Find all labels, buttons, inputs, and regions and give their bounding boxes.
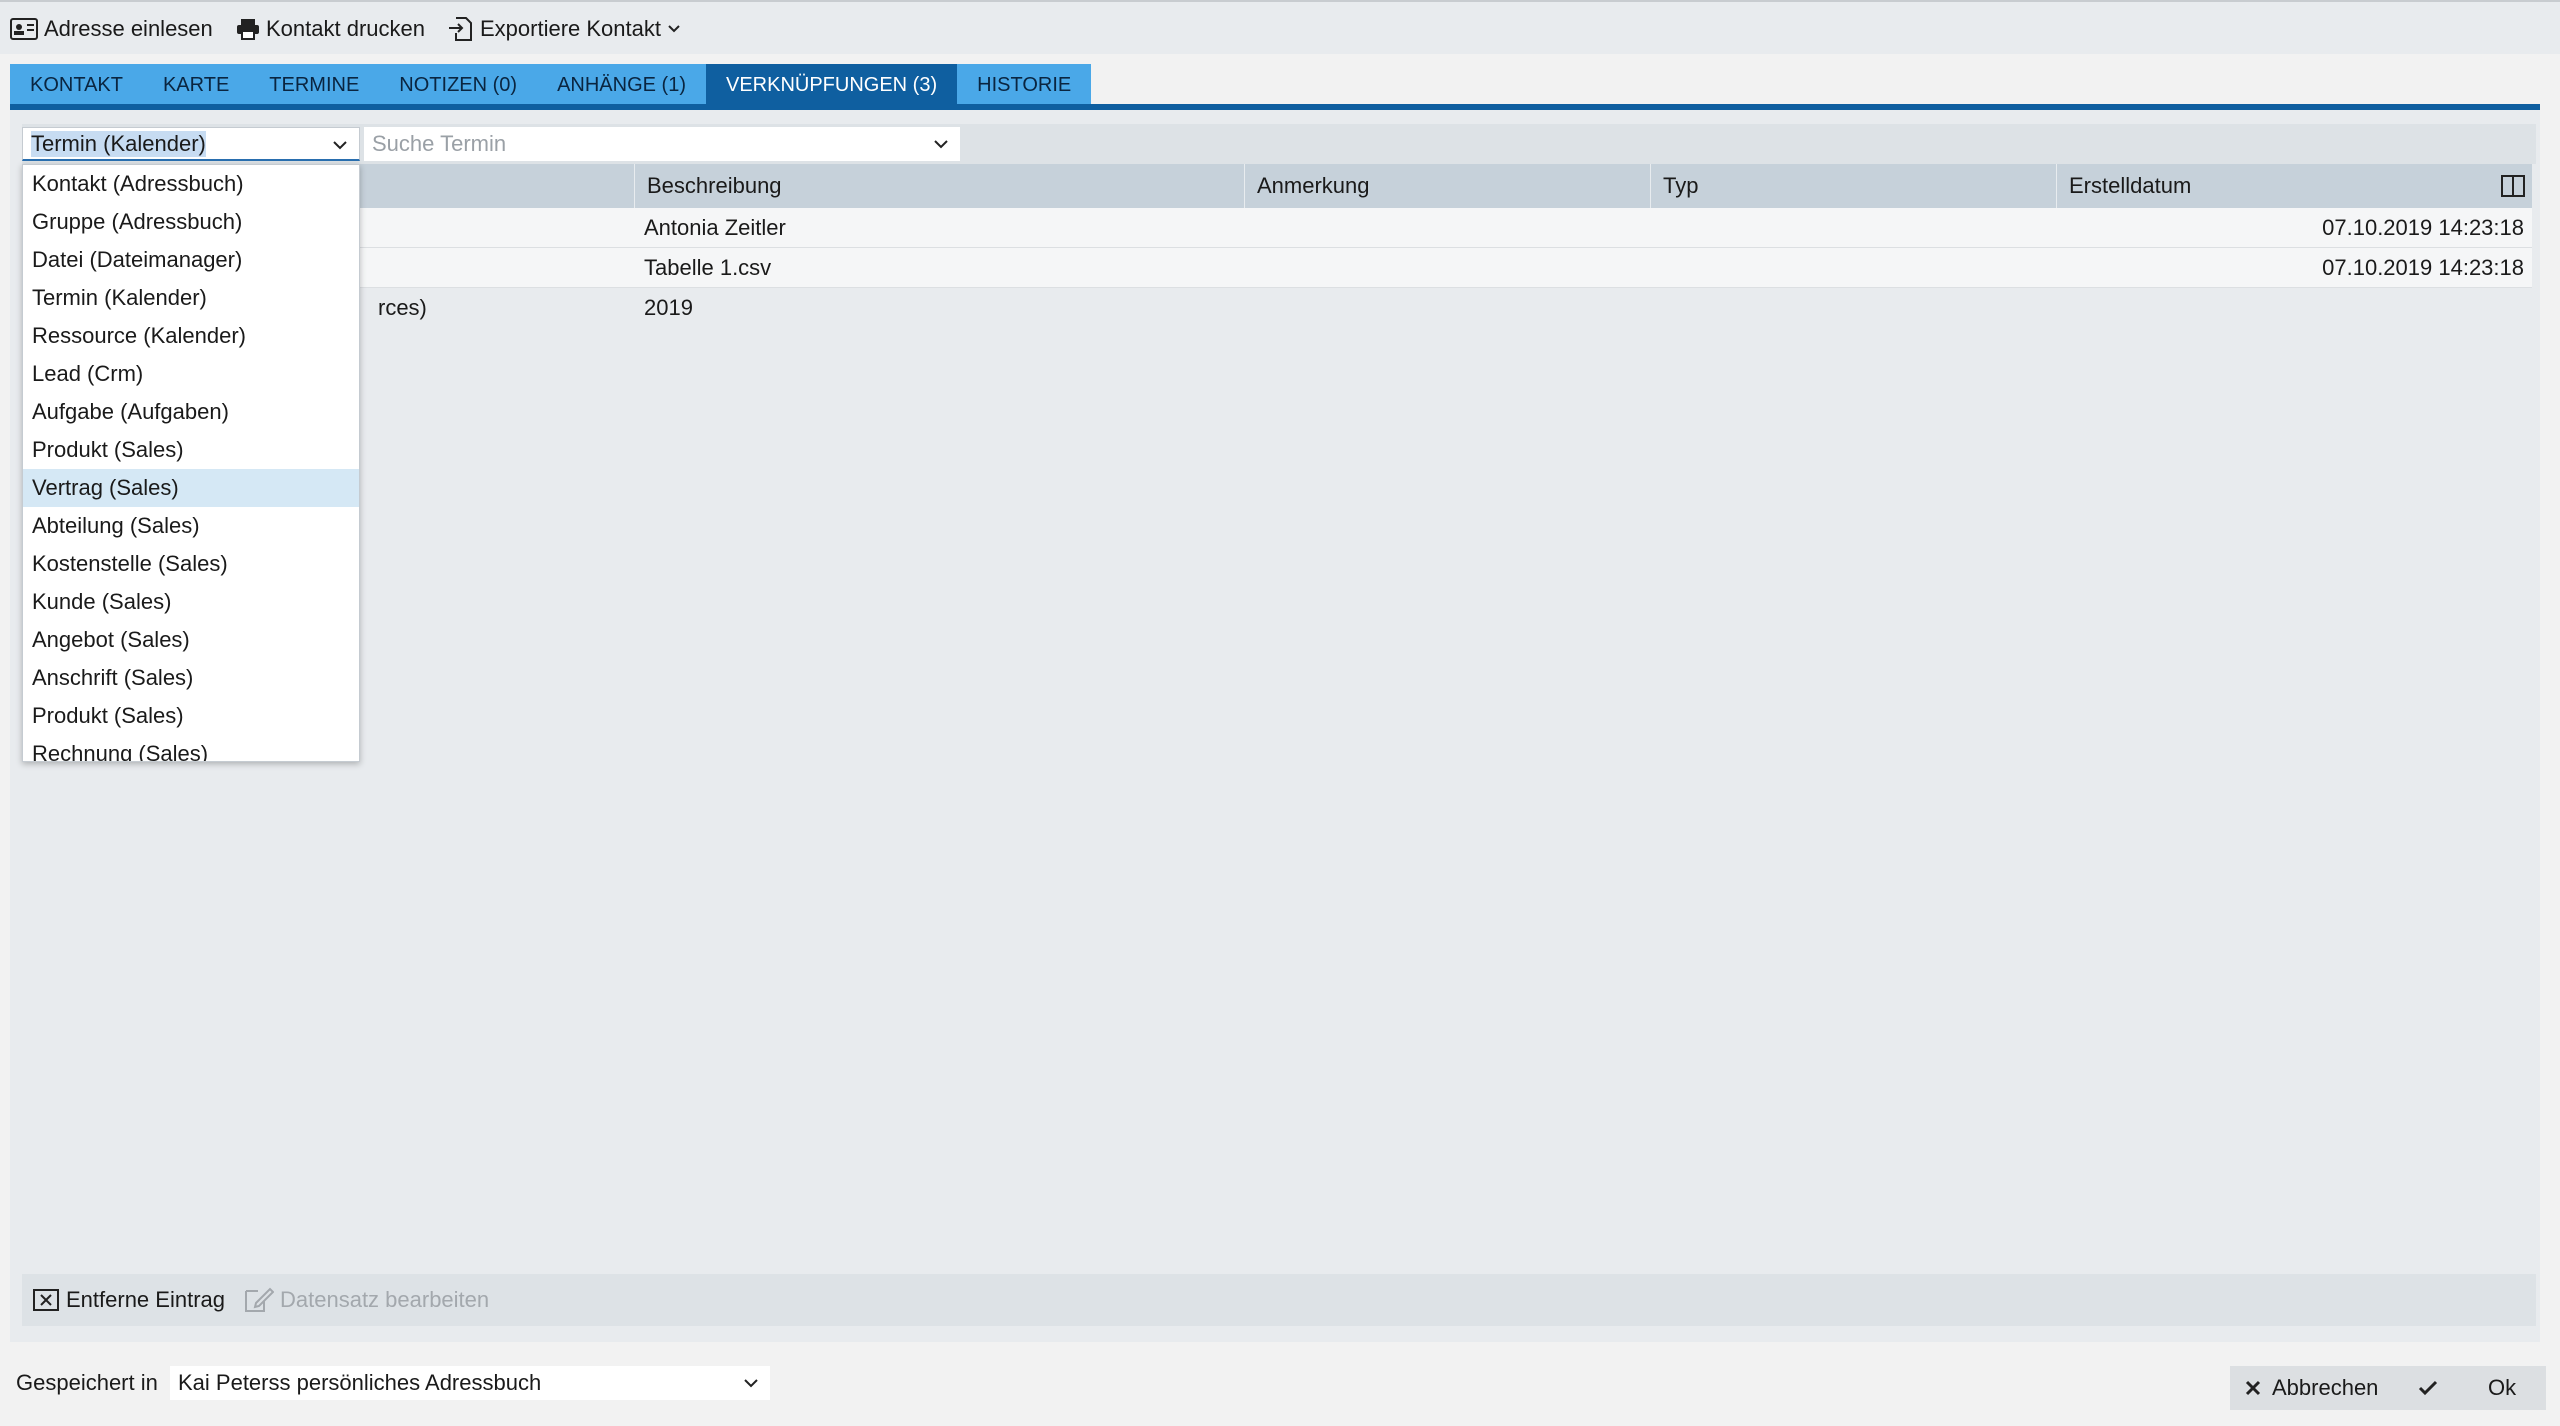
table-row[interactable]: Tabelle 1.csv 07.10.2019 14:23:18 <box>22 248 2532 288</box>
cell-description: Antonia Zeitler <box>644 215 786 240</box>
column-header-erstelldatum[interactable]: Erstelldatum <box>2056 164 2492 208</box>
dropdown-option[interactable]: Kunde (Sales) <box>23 583 359 621</box>
ok-label: Ok <box>2488 1375 2517 1400</box>
dropdown-option[interactable]: Kontakt (Adressbuch) <box>23 165 359 203</box>
column-header-label: Beschreibung <box>647 173 782 198</box>
dropdown-option-highlighted[interactable]: Vertrag (Sales) <box>23 469 359 507</box>
address-card-icon <box>10 18 38 40</box>
chevron-down-icon <box>744 1379 758 1388</box>
dropdown-option[interactable]: Produkt (Sales) <box>23 431 359 469</box>
remove-entry-label: Entferne Eintrag <box>66 1287 225 1312</box>
column-header-label: Erstelldatum <box>2069 173 2192 198</box>
chevron-down-icon <box>934 140 948 149</box>
tab-karte[interactable]: KARTE <box>142 64 250 106</box>
dropdown-option[interactable]: Ressource (Kalender) <box>23 317 359 355</box>
dropdown-option[interactable]: Lead (Crm) <box>23 355 359 393</box>
dropdown-option[interactable]: Termin (Kalender) <box>23 279 359 317</box>
tab-historie[interactable]: HISTORIE <box>957 64 1092 106</box>
column-chooser-button[interactable] <box>2500 174 2526 198</box>
remove-box-icon <box>33 1289 59 1311</box>
cell-created: 07.10.2019 14:23:18 <box>2322 255 2524 280</box>
print-contact-label: Kontakt drucken <box>266 16 425 41</box>
export-file-icon <box>449 17 472 41</box>
record-type-dropdown-list: Kontakt (Adressbuch) Gruppe (Adressbuch)… <box>22 164 360 762</box>
dropdown-option[interactable]: Produkt (Sales) <box>23 697 359 735</box>
dropdown-option[interactable]: Rechnung (Sales) <box>23 735 359 761</box>
edit-document-icon <box>245 1287 274 1312</box>
cell-description: 2019 <box>644 295 693 320</box>
columns-icon <box>2501 175 2525 197</box>
cancel-label: Abbrechen <box>2272 1375 2379 1400</box>
column-header-beschreibung[interactable]: Beschreibung <box>634 164 1244 208</box>
print-contact-button[interactable]: Kontakt drucken <box>236 14 425 44</box>
tab-termine[interactable]: TERMINE <box>249 64 380 106</box>
dropdown-option[interactable]: Gruppe (Adressbuch) <box>23 203 359 241</box>
export-contact-label: Exportiere Kontakt <box>480 16 661 41</box>
tab-bar: KONTAKT KARTE TERMINE NOTIZEN (0) ANHÄNG… <box>10 64 1092 106</box>
dropdown-option[interactable]: Aufgabe (Aufgaben) <box>23 393 359 431</box>
column-header-label: Typ <box>1663 173 1699 198</box>
dropdown-option[interactable]: Abteilung (Sales) <box>23 507 359 545</box>
column-header-anmerkung[interactable]: Anmerkung <box>1244 164 1650 208</box>
record-search-placeholder: Suche Termin <box>372 131 507 156</box>
dialog-footer: Gespeichert in Kai Peterss persönliches … <box>0 1342 2560 1426</box>
record-type-value: Termin (Kalender) <box>31 130 206 157</box>
tab-anhaenge[interactable]: ANHÄNGE (1) <box>537 64 706 106</box>
export-contact-button[interactable]: Exportiere Kontakt <box>448 14 681 44</box>
table-row[interactable]: Antonia Zeitler 07.10.2019 14:23:18 <box>22 208 2532 248</box>
edit-record-button[interactable]: Datensatz bearbeiten <box>244 1284 489 1316</box>
container-select-value: Kai Peterss persönliches Adressbuch <box>178 1370 542 1395</box>
chevron-down-icon <box>333 141 347 150</box>
grid-header: Beschreibung Anmerkung Typ Erstelldatum <box>22 164 2532 208</box>
cell-type: rces) <box>378 295 427 320</box>
tab-kontakt[interactable]: KONTAKT <box>10 64 143 106</box>
record-type-select[interactable]: Termin (Kalender) <box>22 127 360 161</box>
column-header-label: Anmerkung <box>1257 173 1370 198</box>
edit-record-label: Datensatz bearbeiten <box>280 1287 490 1312</box>
table-row[interactable]: rces) 2019 <box>22 288 2532 328</box>
close-icon <box>2245 1380 2261 1396</box>
checkmark-icon <box>2418 1380 2438 1396</box>
import-address-label: Adresse einlesen <box>44 16 213 41</box>
column-header-typ[interactable]: Typ <box>1650 164 2056 208</box>
cell-description: Tabelle 1.csv <box>644 255 772 280</box>
printer-icon <box>237 19 259 40</box>
dropdown-option[interactable]: Kostenstelle (Sales) <box>23 545 359 583</box>
dropdown-option[interactable]: Anschrift (Sales) <box>23 659 359 697</box>
saved-in-label: Gespeichert in <box>16 1370 158 1395</box>
grid-action-bar: Entferne Eintrag Datensatz bearbeiten <box>22 1274 2536 1326</box>
remove-entry-button[interactable]: Entferne Eintrag <box>32 1284 225 1316</box>
ok-button[interactable]: Ok <box>2404 1366 2546 1410</box>
dropdown-option[interactable]: Datei (Dateimanager) <box>23 241 359 279</box>
container-select[interactable]: Kai Peterss persönliches Adressbuch <box>170 1366 770 1400</box>
toolbar: Adresse einlesen Kontakt drucken Exporti… <box>0 0 2560 54</box>
tab-verknuepfungen[interactable]: VERKNÜPFUNGEN (3) <box>705 64 958 106</box>
filter-bar: Termin (Kalender) Suche Termin <box>22 124 2536 164</box>
chevron-down-icon <box>668 25 680 33</box>
cell-created: 07.10.2019 14:23:18 <box>2322 215 2524 240</box>
dropdown-option[interactable]: Angebot (Sales) <box>23 621 359 659</box>
record-search-combobox[interactable]: Suche Termin <box>364 127 960 161</box>
import-address-button[interactable]: Adresse einlesen <box>10 14 213 44</box>
tab-notizen[interactable]: NOTIZEN (0) <box>379 64 538 106</box>
